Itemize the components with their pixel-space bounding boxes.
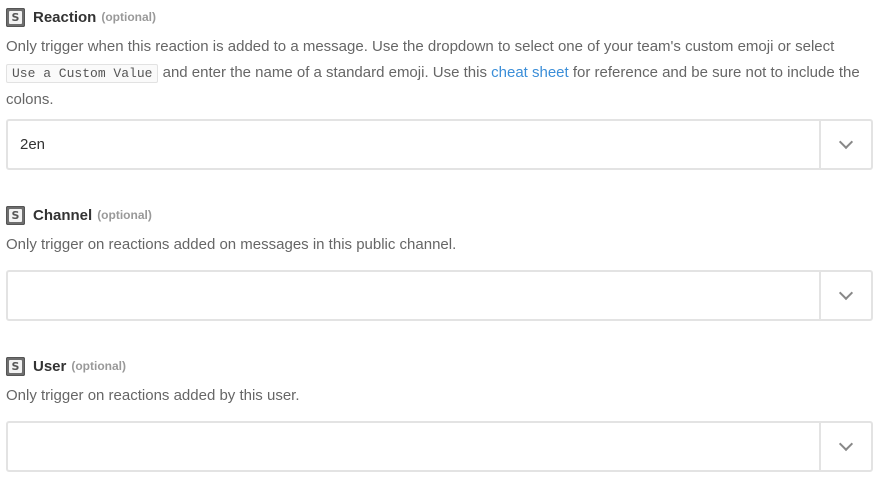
user-label-row: S User (optional)	[6, 356, 126, 376]
slack-app-icon: S	[6, 7, 25, 27]
cheat-sheet-link[interactable]: cheat sheet	[491, 64, 569, 81]
channel-dropdown[interactable]	[6, 270, 873, 321]
channel-optional-tag: (optional)	[97, 208, 152, 222]
chevron-down-icon	[838, 134, 854, 150]
reaction-dropdown[interactable]: 2en	[6, 119, 873, 170]
reaction-label-row: S Reaction (optional)	[6, 7, 156, 27]
user-label: User	[33, 357, 67, 375]
user-dropdown-toggle[interactable]	[819, 423, 871, 470]
channel-label: Channel	[33, 206, 93, 224]
channel-label-row: S Channel (optional)	[6, 205, 152, 225]
chevron-down-icon	[838, 285, 854, 301]
reaction-label: Reaction	[33, 8, 97, 26]
user-dropdown[interactable]	[6, 421, 873, 472]
reaction-dropdown-value: 2en	[20, 136, 46, 153]
reaction-optional-tag: (optional)	[101, 10, 157, 24]
user-help-text: Only trigger on reactions added by this …	[6, 387, 300, 404]
user-optional-tag: (optional)	[71, 359, 127, 373]
slack-app-icon: S	[6, 205, 25, 225]
channel-help-text: Only trigger on reactions added on messa…	[6, 236, 457, 253]
channel-dropdown-toggle[interactable]	[819, 272, 871, 319]
reaction-help-text: Only trigger when this reaction is added…	[6, 38, 860, 108]
custom-value-code: Use a Custom Value	[6, 64, 159, 83]
chevron-down-icon	[838, 436, 854, 452]
reaction-dropdown-toggle[interactable]	[819, 121, 871, 168]
slack-app-icon: S	[6, 356, 25, 376]
